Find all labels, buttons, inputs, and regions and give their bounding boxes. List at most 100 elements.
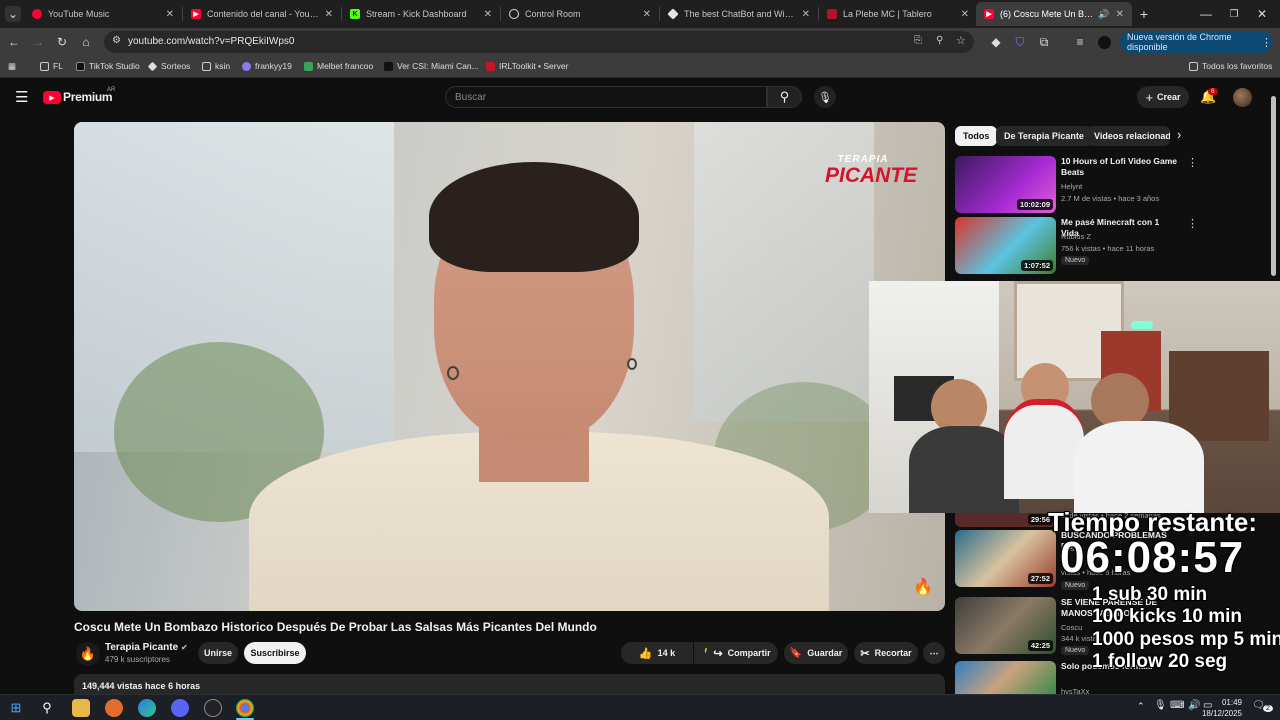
timer-rule: 1000 pesos mp 5 min [1092, 629, 1280, 650]
zoom-icon[interactable]: ⚲ [936, 35, 943, 46]
bookmark-tiktok-studio[interactable]: TikTok Studio [76, 61, 140, 71]
subscribe-button[interactable]: Suscribirse [244, 642, 306, 664]
bookmark-star-icon[interactable]: ☆ [956, 34, 966, 47]
tab-kick-dashboard[interactable]: K Stream - Kick Dashboard ✕ [342, 2, 500, 26]
voice-search-button[interactable]: 🎙 [814, 86, 836, 108]
apps-grid-icon[interactable]: ▦ [8, 61, 16, 72]
close-tab-icon[interactable]: ✕ [484, 9, 492, 20]
bookmark-ksin[interactable]: ksin [202, 61, 230, 71]
audio-playing-icon[interactable]: 🔊 [1098, 9, 1109, 20]
join-button[interactable]: Unirse [198, 642, 238, 664]
channel-avatar[interactable]: 🔥 [76, 642, 100, 666]
bookmark-irltoolkit[interactable]: IRLToolkit • Server [486, 61, 568, 71]
bookmark-fl[interactable]: FL [40, 61, 63, 71]
taskbar-clock[interactable]: 01:49 18/12/2025 [1202, 697, 1242, 719]
close-tab-icon[interactable]: ✕ [1116, 9, 1124, 20]
create-button[interactable]: + Crear [1137, 86, 1189, 108]
forward-icon[interactable]: → [30, 34, 46, 50]
recommendation-channel: Helynt [1061, 182, 1083, 191]
bookmark-sorteos[interactable]: Sorteos [147, 61, 190, 71]
recommendation-thumbnail[interactable]: 27:52 [955, 530, 1056, 587]
youtube-logo-icon[interactable]: ▶ [43, 91, 61, 104]
back-icon[interactable]: ← [6, 34, 22, 50]
discord-icon[interactable] [171, 699, 189, 717]
tab-control-room[interactable]: Control Room ✕ [501, 2, 659, 26]
chevron-right-icon[interactable]: › [1177, 127, 1181, 142]
new-tab-icon[interactable]: + [1136, 6, 1152, 22]
all-bookmarks[interactable]: Todos los favoritos [1189, 61, 1272, 71]
microphone-tray-icon[interactable]: 🎙 [1154, 700, 1167, 711]
taskbar-search-icon[interactable]: ⚲ [38, 699, 56, 717]
like-button[interactable]: 👍 14 k [621, 642, 693, 664]
recommendation-thumbnail[interactable]: 10:02:09 [955, 156, 1056, 213]
home-icon[interactable]: ⌂ [78, 34, 94, 50]
timer-rule: 1 follow 20 seg [1092, 651, 1228, 672]
views-and-date: 149,444 vistas hace 6 horas [82, 681, 201, 691]
browser-toolbar: ← → ↻ ⌂ ⚙ youtube.com/watch?v=PRQEkiIWps… [0, 28, 1280, 56]
tab-coscu-video[interactable]: ▶ (6) Coscu Mete Un Bombazo 🔊 ✕ [976, 2, 1132, 26]
recommendation-thumbnail[interactable]: 1:07:52 [955, 217, 1056, 274]
save-button[interactable]: 🔖 Guardar [784, 642, 848, 664]
description-box[interactable]: 149,444 vistas hace 6 horas [74, 674, 945, 696]
search-button[interactable]: ⚲ [767, 86, 802, 108]
scrollbar-thumb[interactable] [1271, 96, 1276, 276]
more-actions-button[interactable]: ⋯ [923, 642, 945, 664]
edge-browser-icon[interactable] [138, 699, 156, 717]
volume-icon[interactable]: 🔊 [1188, 700, 1200, 711]
video-player[interactable]: TERAPIA PICANTE 🔥 [74, 122, 945, 611]
close-tab-icon[interactable]: ✕ [802, 9, 810, 20]
close-tab-icon[interactable]: ✕ [325, 9, 333, 20]
recommendation-thumbnail[interactable]: 29:56 [955, 511, 1056, 527]
globe-favicon-icon [509, 9, 519, 19]
chip-related[interactable]: Videos relacionad [1086, 126, 1170, 146]
more-vertical-icon[interactable]: ⋮ [1187, 156, 1198, 169]
bookmark-frankyy19[interactable]: frankyy19 [242, 61, 292, 71]
close-tab-icon[interactable]: ✕ [961, 9, 969, 20]
chip-from-channel[interactable]: De Terapia Picante [996, 126, 1092, 146]
windows-start-icon[interactable]: ⊞ [7, 699, 25, 717]
youtube-favicon-icon: ▶ [984, 9, 994, 19]
tab-search-icon[interactable]: ⌄ [5, 6, 21, 22]
extension-drop-icon[interactable]: ◆ [988, 34, 1004, 50]
reload-icon[interactable]: ↻ [54, 34, 70, 50]
hamburger-menu-icon[interactable]: ☰ [15, 88, 28, 106]
brave-browser-icon[interactable] [105, 699, 123, 717]
recommendation-thumbnail[interactable] [955, 661, 1056, 694]
profile-avatar[interactable] [1097, 35, 1111, 49]
chip-all[interactable]: Todos [955, 126, 998, 146]
tab-la-plebe-tablero[interactable]: La Plebe MC | Tablero ✕ [819, 2, 977, 26]
tab-chatbot-widgets[interactable]: The best ChatBot and Widgets ✕ [660, 2, 818, 26]
close-window-icon[interactable]: ✕ [1254, 6, 1270, 22]
chrome-update-button[interactable]: Nueva versión de Chrome disponible ⋮ [1120, 31, 1272, 53]
clip-button[interactable]: ✂ Recortar [854, 642, 918, 664]
chrome-taskbar-icon[interactable] [236, 699, 254, 717]
recommendation-item[interactable]: 1:07:52 Me pasé Minecraft con 1 Vida Rub… [955, 217, 1198, 275]
tab-channel-content[interactable]: ▶ Contenido del canal - YouTube ✕ [183, 2, 341, 26]
bookmark-melbet[interactable]: Melbet francoo [304, 61, 373, 71]
install-app-icon[interactable]: ⎘ [914, 35, 922, 46]
recommendation-thumbnail[interactable]: 42:25 [955, 597, 1056, 654]
bookmark-csi-miami[interactable]: Ver CSI: Miami Can... [384, 61, 479, 71]
recommendation-item[interactable]: 10:02:09 10 Hours of Lofi Video Game Bea… [955, 156, 1198, 214]
account-avatar[interactable] [1233, 88, 1252, 107]
close-tab-icon[interactable]: ✕ [166, 9, 174, 20]
show-hidden-icons-icon[interactable]: ⌃ [1137, 701, 1145, 712]
minimize-icon[interactable]: — [1198, 6, 1214, 22]
file-explorer-icon[interactable] [72, 699, 90, 717]
more-menu-icon[interactable]: ⋮ [1261, 36, 1272, 49]
close-tab-icon[interactable]: ✕ [643, 9, 651, 20]
extensions-puzzle-icon[interactable]: ⧉ [1036, 34, 1052, 50]
twitch-tracker-icon [242, 61, 251, 71]
address-bar[interactable]: ⚙ youtube.com/watch?v=PRQEkiIWps0 ⎘ ⚲ ☆ [104, 31, 974, 53]
channel-name[interactable]: Terapia Picante ✔ [105, 642, 188, 653]
restore-icon[interactable]: ❐ [1226, 6, 1242, 22]
tab-youtube-music[interactable]: YouTube Music ✕ [24, 2, 182, 26]
obs-studio-icon[interactable] [204, 699, 222, 717]
site-info-icon[interactable]: ⚙ [112, 35, 121, 46]
more-vertical-icon[interactable]: ⋮ [1187, 217, 1198, 230]
extension-shield-icon[interactable]: ⛉ [1012, 34, 1028, 50]
network-icon[interactable]: ⌨ [1170, 700, 1184, 711]
media-controls-icon[interactable]: ≡ [1072, 34, 1088, 50]
share-button[interactable]: ↪ Compartir [706, 642, 778, 664]
search-input[interactable] [446, 87, 766, 108]
